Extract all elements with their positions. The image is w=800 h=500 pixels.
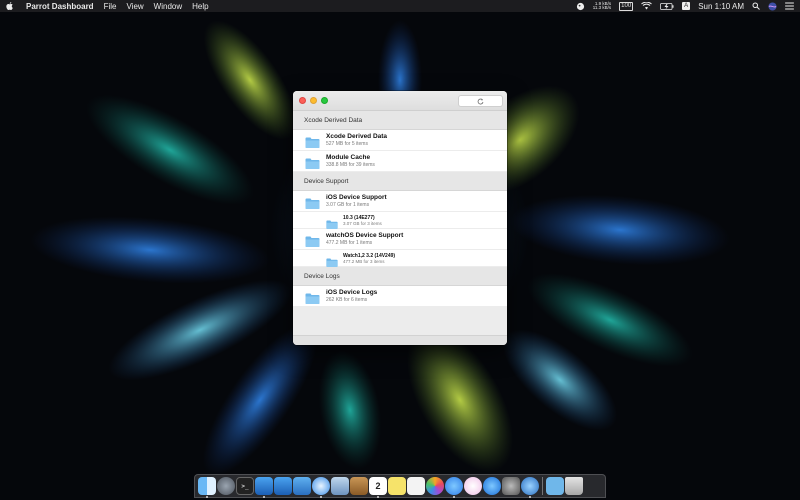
running-indicator (206, 496, 208, 498)
notes-icon[interactable] (350, 477, 368, 495)
menu-extra-badge[interactable]: 100 (619, 1, 634, 11)
item-row[interactable]: iOS Device Support 3.07 GB for 1 items (293, 191, 507, 212)
item-name: Xcode Derived Data (326, 133, 388, 140)
folder-icon (326, 216, 338, 229)
item-size-detail: 477.2 MB for 3 items (343, 258, 385, 264)
section-header: Xcode Derived Data (293, 111, 507, 130)
net-down-rate: 11.3 kB/s (592, 5, 612, 10)
sub-item-row[interactable]: Watch1,2 3.2 (14V249) 477.2 MB for 3 item… (293, 250, 507, 267)
itunes-icon[interactable] (464, 477, 482, 495)
sub-item-row[interactable]: 10.3 (14E277) 3.07 GB for 3 items (293, 212, 507, 229)
dock-separator (542, 477, 543, 495)
folder-icon (305, 156, 320, 169)
running-indicator (453, 496, 455, 498)
section-header: Device Support (293, 172, 507, 191)
notification-center-icon[interactable] (785, 2, 794, 10)
parrot-icon[interactable] (521, 477, 539, 498)
menu-bar: Parrot Dashboard File View Window Help 1… (0, 0, 800, 12)
instruments-icon[interactable] (293, 477, 311, 495)
apple-menu-icon[interactable] (6, 2, 14, 11)
wifi-icon[interactable] (641, 2, 653, 10)
window-minimize-button[interactable] (310, 97, 317, 104)
item-name: watchOS Device Support (326, 232, 404, 239)
battery-icon[interactable] (660, 2, 674, 10)
folder-icon (305, 135, 320, 148)
downloads-folder-icon[interactable] (546, 477, 564, 495)
siri-icon[interactable] (768, 1, 777, 11)
item-size-detail: 527 MB for 5 items (326, 141, 368, 147)
network-speed[interactable]: 1.9 kB/s 11.3 kB/s (592, 1, 612, 11)
photos-icon[interactable] (426, 477, 444, 495)
section-header: Device Logs (293, 267, 507, 286)
clock[interactable]: Sun 1:10 AM (698, 2, 744, 11)
item-size-detail: 3.07 GB for 1 items (326, 202, 370, 208)
item-size-detail: 338.8 MB for 39 items (326, 162, 375, 168)
item-size-detail: 3.07 GB for 3 items (343, 220, 382, 226)
refresh-button[interactable] (458, 95, 503, 107)
menu-view[interactable]: View (126, 2, 143, 11)
item-row[interactable]: Xcode Derived Data 527 MB for 5 items (293, 130, 507, 151)
finder-icon[interactable] (198, 477, 216, 498)
window-close-button[interactable] (299, 97, 306, 104)
item-size-detail: 477.2 MB for 1 items (326, 240, 373, 246)
item-name: iOS Device Support (326, 194, 387, 201)
running-indicator (377, 496, 379, 498)
menu-file[interactable]: File (104, 2, 117, 11)
terminal-prompt-glyph: >_ (241, 482, 249, 490)
messages-icon[interactable] (445, 477, 463, 498)
preview-icon[interactable] (331, 477, 349, 495)
xcode-beta-icon[interactable] (274, 477, 292, 495)
window-titlebar[interactable] (293, 91, 507, 111)
textedit-icon[interactable] (407, 477, 425, 495)
trash-icon[interactable] (565, 477, 583, 495)
menu-help[interactable]: Help (192, 2, 208, 11)
spotlight-search-icon[interactable] (752, 2, 760, 10)
parrot-dashboard-window: Xcode Derived Data Xcode Derived Data 527 … (293, 91, 507, 345)
input-source-icon[interactable]: A (682, 2, 691, 10)
parrot-status-icon[interactable] (576, 2, 585, 11)
item-size-detail: 262 KB for 6 items (326, 297, 368, 303)
running-indicator (529, 496, 531, 498)
xcode-icon[interactable] (255, 477, 273, 498)
item-row[interactable]: watchOS Device Support 477.2 MB for 1 ite… (293, 229, 507, 250)
folder-icon (305, 291, 320, 304)
launchpad-icon[interactable] (217, 477, 235, 495)
menu-window[interactable]: Window (154, 2, 182, 11)
refresh-icon (477, 98, 484, 104)
item-name: iOS Device Logs (326, 289, 378, 296)
system-preferences-icon[interactable] (502, 477, 520, 495)
window-footer (293, 335, 507, 345)
folder-icon (305, 196, 320, 209)
item-row[interactable]: iOS Device Logs 262 KB for 6 items (293, 286, 507, 307)
app-menu-title[interactable]: Parrot Dashboard (26, 2, 94, 11)
calendar-day-number: 2 (375, 481, 381, 491)
dock: >_ 2 (194, 474, 606, 498)
running-indicator (263, 496, 265, 498)
app-store-icon[interactable] (483, 477, 501, 495)
calendar-icon[interactable]: 2 (369, 477, 387, 498)
folder-icon (326, 254, 338, 267)
window-zoom-button[interactable] (321, 97, 328, 104)
window-content: Xcode Derived Data Xcode Derived Data 527 … (293, 111, 507, 307)
item-name: Module Cache (326, 154, 371, 161)
item-row[interactable]: Module Cache 338.8 MB for 39 items (293, 151, 507, 172)
running-indicator (320, 496, 322, 498)
stickies-icon[interactable] (388, 477, 406, 495)
folder-icon (305, 234, 320, 247)
safari-icon[interactable] (312, 477, 330, 498)
terminal-icon[interactable]: >_ (236, 477, 254, 495)
